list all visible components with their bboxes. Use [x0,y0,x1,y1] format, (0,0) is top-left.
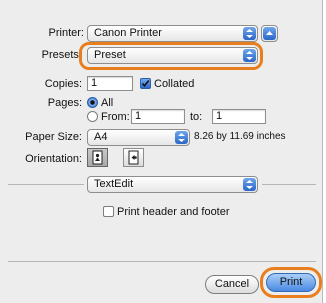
collated-checkbox[interactable] [140,78,151,89]
paper-size-label: Paper Size: [25,131,82,143]
bottom-separator [8,261,316,262]
section-popup-value: TextEdit [94,178,134,190]
pages-from-radio[interactable] [87,111,98,122]
pages-from-input[interactable]: 1 [131,109,185,124]
presets-popup[interactable]: Preset [87,47,258,64]
pages-label: Pages: [47,97,82,109]
paper-size-popup[interactable]: A4 [87,129,190,146]
header-footer-checkbox[interactable] [103,206,114,217]
collated-label: Collated [154,78,195,90]
popup-arrows-icon [175,131,188,144]
popup-arrows-icon [243,178,256,191]
popup-arrows-icon [243,27,256,40]
popup-arrows-icon [243,49,256,62]
portrait-icon [92,150,103,165]
printer-value: Canon Printer [94,27,162,39]
landscape-icon [128,150,139,165]
print-button[interactable]: Print [266,273,316,292]
paper-size-value: A4 [94,131,108,143]
paper-dimensions: 8.26 by 11.69 inches [194,131,286,142]
header-footer-label: Print header and footer [117,206,230,218]
cancel-button[interactable]: Cancel [205,275,259,294]
printer-label: Printer: [48,27,84,39]
copies-input[interactable]: 1 [87,76,133,91]
presets-value: Preset [94,49,126,61]
pages-to-label: to: [190,111,203,123]
pages-to-input[interactable]: 1 [212,109,266,124]
printer-popup[interactable]: Canon Printer [87,25,258,42]
pages-all-label: All [101,97,114,109]
portrait-orientation-button[interactable] [87,148,108,167]
copies-label: Copies: [44,78,82,90]
presets-label: Presets: [41,49,82,61]
expand-collapse-button[interactable] [261,25,278,42]
print-dialog: Printer: Canon Printer Presets: Preset C… [0,0,323,303]
disclosure-up-icon [263,27,276,40]
orientation-label: Orientation: [25,153,82,165]
checkmark-icon [141,79,150,88]
separator-left [8,184,84,185]
section-popup[interactable]: TextEdit [87,176,258,193]
pages-all-radio[interactable] [87,97,98,108]
landscape-orientation-button[interactable] [123,148,144,167]
separator-right [262,184,316,185]
pages-from-label: From: [101,111,130,123]
